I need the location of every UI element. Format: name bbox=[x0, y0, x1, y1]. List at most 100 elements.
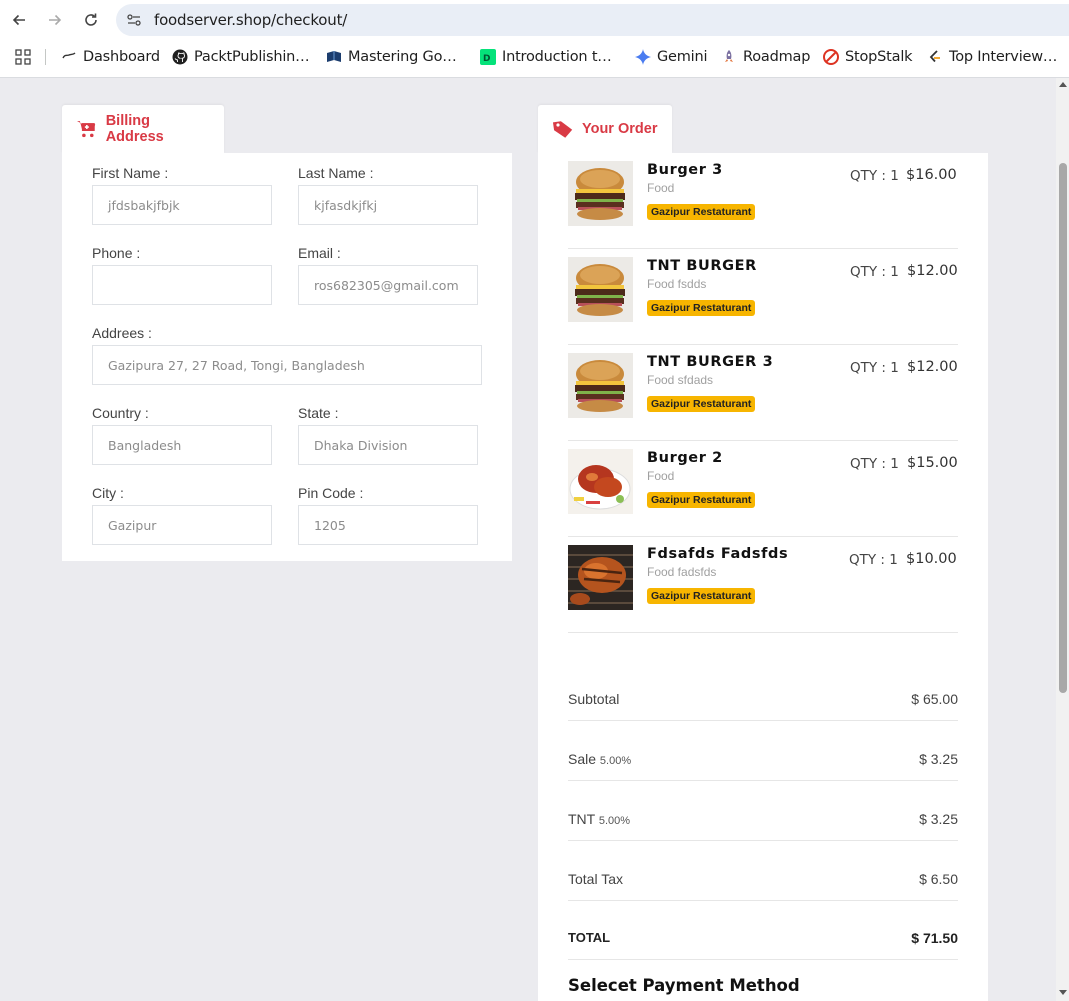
bookmark-packtpublishing[interactable]: PacktPublishin… bbox=[172, 46, 310, 68]
order-item: TNT BURGER Food fsdds Gazipur Restaturan… bbox=[568, 249, 958, 345]
dashboard-icon bbox=[61, 49, 77, 65]
scroll-down-arrow-icon[interactable] bbox=[1059, 990, 1067, 995]
sale-rate: 5.00% bbox=[599, 755, 632, 767]
phone-label: Phone : bbox=[92, 245, 141, 261]
grilled-chicken-image bbox=[568, 545, 633, 610]
your-order-panel: Burger 3 Food Gazipur Restaturant QTY : … bbox=[538, 153, 988, 1001]
bookmark-roadmap[interactable]: Roadmap bbox=[721, 46, 810, 68]
address-label: Addrees : bbox=[92, 325, 152, 341]
sale-tax-row: Sale 5.00% $ 3.25 bbox=[568, 721, 958, 781]
bookmark-label: Roadmap bbox=[743, 49, 811, 65]
item-name: TNT BURGER 3 bbox=[647, 354, 774, 370]
gemini-icon bbox=[635, 49, 651, 65]
restaurant-badge: Gazipur Restaturant bbox=[647, 492, 756, 508]
page-scrollbar[interactable] bbox=[1056, 78, 1069, 1001]
scrollbar-thumb[interactable] bbox=[1059, 163, 1067, 693]
order-item: Fdsafds Fadsfds Food fadsfds Gazipur Res… bbox=[568, 537, 958, 633]
bookmark-top-interview[interactable]: Top Interview… bbox=[927, 46, 1057, 68]
bookmark-introduction[interactable]: D Introduction t… bbox=[480, 46, 612, 68]
apps-grid-icon[interactable] bbox=[15, 49, 31, 65]
item-qty: QTY : 1 bbox=[850, 360, 899, 376]
bookmark-label: Mastering Go… bbox=[348, 49, 457, 65]
item-name: Fdsafds Fadsfds bbox=[647, 546, 789, 562]
tab-billing-label: Billing Address bbox=[105, 113, 164, 145]
item-category: Food bbox=[647, 469, 675, 483]
item-price: $12.00 bbox=[907, 263, 958, 279]
burger-image bbox=[568, 257, 633, 322]
city-label: City : bbox=[92, 485, 124, 501]
item-price: $15.00 bbox=[907, 455, 958, 471]
email-field[interactable]: ros682305@gmail.com bbox=[298, 265, 478, 305]
tnt-rate: 5.00% bbox=[598, 815, 631, 827]
url-text: foodserver.shop/checkout/ bbox=[154, 11, 348, 29]
back-button[interactable] bbox=[7, 8, 31, 32]
bookmarks-separator bbox=[45, 49, 46, 65]
book-icon bbox=[326, 49, 342, 65]
leetcode-icon bbox=[927, 49, 943, 65]
tnt-tax-label: TNT 5.00% bbox=[568, 811, 630, 827]
sale-tax-value: $ 3.25 bbox=[919, 751, 958, 767]
rocket-icon bbox=[721, 49, 737, 65]
order-item: TNT BURGER 3 Food sfdads Gazipur Restatu… bbox=[568, 345, 958, 441]
item-qty: QTY : 1 bbox=[850, 456, 899, 472]
sale-tax-label: Sale 5.00% bbox=[568, 751, 631, 767]
item-qty: QTY : 1 bbox=[849, 552, 898, 568]
order-item: Burger 2 Food Gazipur Restaturant QTY : … bbox=[568, 441, 958, 537]
bookmark-mastering-go[interactable]: Mastering Go… bbox=[326, 46, 457, 68]
tnt-label-text: TNT bbox=[568, 811, 595, 827]
phone-field[interactable] bbox=[92, 265, 272, 305]
browser-toolbar: foodserver.shop/checkout/ Dashboard Pack… bbox=[0, 0, 1069, 78]
bookmark-label: Dashboard bbox=[83, 49, 160, 65]
restaurant-badge: Gazipur Restaturant bbox=[647, 204, 756, 220]
tab-order-label: Your Order bbox=[582, 121, 658, 137]
total-tax-row: Total Tax $ 6.50 bbox=[568, 841, 958, 901]
bookmarks-bar: Dashboard PacktPublishin… Mastering Go… … bbox=[0, 44, 1069, 70]
order-item: Burger 3 Food Gazipur Restaturant QTY : … bbox=[568, 153, 958, 249]
svg-text:D: D bbox=[483, 54, 490, 64]
item-name: Burger 3 bbox=[647, 162, 723, 178]
country-label: Country : bbox=[92, 405, 149, 421]
email-label: Email : bbox=[298, 245, 341, 261]
total-row: TOTAL $ 71.50 bbox=[568, 900, 958, 960]
reload-button[interactable] bbox=[79, 8, 103, 32]
state-label: State : bbox=[298, 405, 339, 421]
item-category: Food sfdads bbox=[647, 373, 714, 387]
address-bar[interactable]: foodserver.shop/checkout/ bbox=[116, 4, 1069, 36]
state-field[interactable]: Dhaka Division bbox=[298, 425, 478, 465]
site-settings-icon[interactable] bbox=[126, 12, 142, 28]
stopstalk-icon bbox=[823, 49, 839, 65]
item-qty: QTY : 1 bbox=[850, 168, 899, 184]
chicken-image bbox=[568, 449, 633, 514]
bookmark-label: StopStalk bbox=[845, 49, 913, 65]
item-price: $16.00 bbox=[906, 167, 957, 183]
item-category: Food fsdds bbox=[647, 277, 707, 291]
tab-billing-address[interactable]: Billing Address bbox=[62, 105, 224, 153]
bookmark-label: PacktPublishin… bbox=[194, 49, 310, 65]
city-field[interactable]: Gazipur bbox=[92, 505, 272, 545]
bookmark-dashboard[interactable]: Dashboard bbox=[61, 46, 160, 68]
billing-address-panel: First Name : jfdsbakjfbjk Last Name : kj… bbox=[62, 153, 512, 561]
scroll-up-arrow-icon[interactable] bbox=[1059, 82, 1067, 87]
address-field[interactable]: Gazipura 27, 27 Road, Tongi, Bangladesh bbox=[92, 345, 482, 385]
first-name-field[interactable]: jfdsbakjfbjk bbox=[92, 185, 272, 225]
tab-your-order[interactable]: Your Order bbox=[538, 105, 672, 153]
burger-image bbox=[568, 353, 633, 418]
forward-button[interactable] bbox=[43, 8, 67, 32]
tnt-tax-row: TNT 5.00% $ 3.25 bbox=[568, 781, 958, 841]
tag-icon bbox=[552, 121, 573, 138]
bookmark-stopstalk[interactable]: StopStalk bbox=[823, 46, 913, 68]
restaurant-badge: Gazipur Restaturant bbox=[647, 588, 756, 604]
bookmark-gemini[interactable]: Gemini bbox=[635, 46, 708, 68]
arrow-left-icon bbox=[12, 14, 25, 26]
item-category: Food fadsfds bbox=[647, 565, 717, 579]
pin-code-field[interactable]: 1205 bbox=[298, 505, 478, 545]
country-field[interactable]: Bangladesh bbox=[92, 425, 272, 465]
dc-icon: D bbox=[480, 49, 496, 65]
tnt-tax-value: $ 3.25 bbox=[919, 811, 958, 827]
bookmark-label: Introduction t… bbox=[502, 49, 612, 65]
last-name-label: Last Name : bbox=[298, 165, 374, 181]
last-name-field[interactable]: kjfasdkjfkj bbox=[298, 185, 478, 225]
github-icon bbox=[172, 49, 188, 65]
cart-plus-icon bbox=[76, 121, 96, 138]
restaurant-badge: Gazipur Restaturant bbox=[647, 300, 756, 316]
